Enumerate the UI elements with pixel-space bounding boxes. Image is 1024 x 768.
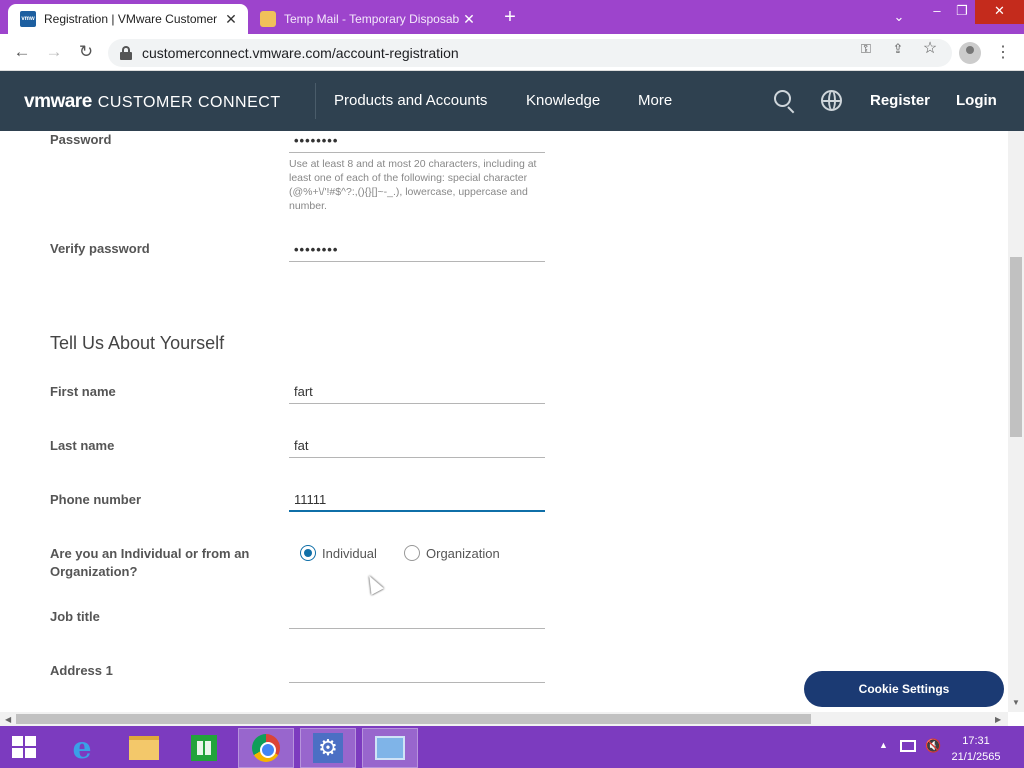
mail-favicon-icon <box>260 11 276 27</box>
phone-number-label: Phone number <box>50 492 142 507</box>
logo-vmware: vmware <box>24 91 92 112</box>
share-icon[interactable]: ⇪ <box>890 41 906 57</box>
tab-temp-mail[interactable]: Temp Mail - Temporary Disposab ✕ <box>250 4 486 34</box>
password-field[interactable]: •••••••• <box>289 131 545 153</box>
close-tab-icon[interactable]: ✕ <box>222 11 240 28</box>
new-tab-button[interactable]: + <box>498 6 522 30</box>
scroll-right-arrow-icon[interactable]: ▶ <box>995 715 1001 724</box>
clock-date: 21/1/2565 <box>951 751 1001 763</box>
job-title-label: Job title <box>50 609 100 624</box>
password-label: Password <box>50 132 112 147</box>
tab-title: Registration | VMware Customer <box>44 12 218 26</box>
phone-number-field[interactable]: 11111 <box>289 490 545 512</box>
nav-more[interactable]: More <box>638 92 672 109</box>
header-divider <box>315 83 316 119</box>
internet-explorer-icon[interactable]: e <box>54 728 110 768</box>
tab-registration[interactable]: vmw Registration | VMware Customer ✕ <box>8 4 248 34</box>
login-link[interactable]: Login <box>956 92 997 109</box>
back-arrow-icon[interactable]: ← <box>11 42 33 64</box>
windows-start-icon[interactable] <box>12 736 38 760</box>
network-icon[interactable] <box>900 740 916 752</box>
globe-icon[interactable] <box>821 90 842 111</box>
nav-knowledge[interactable]: Knowledge <box>526 92 600 109</box>
radio-individual-label[interactable]: Individual <box>322 546 377 561</box>
job-title-field[interactable] <box>289 607 545 629</box>
volume-muted-icon[interactable]: 🔇 <box>925 738 941 754</box>
key-icon[interactable]: ⚿ <box>858 41 874 57</box>
bookmark-star-icon[interactable]: ☆ <box>922 41 938 57</box>
reload-icon[interactable]: ↻ <box>75 42 97 64</box>
forward-arrow-icon[interactable]: → <box>43 42 65 64</box>
last-name-label: Last name <box>50 438 115 453</box>
lock-icon[interactable] <box>120 46 132 60</box>
cookie-settings-button[interactable]: Cookie Settings <box>804 671 1004 707</box>
radio-selected-icon[interactable] <box>300 545 316 561</box>
vertical-scroll-thumb[interactable] <box>1010 257 1022 437</box>
url-text[interactable]: customerconnect.vmware.com/account-regis… <box>142 45 459 61</box>
address-1-field[interactable] <box>289 661 545 683</box>
verify-password-field[interactable]: •••••••• <box>289 240 545 262</box>
windows-taskbar: e ⚙ <box>0 726 1024 768</box>
first-name-label: First name <box>50 384 116 399</box>
taskbar-clock[interactable]: 17:31 21/1/2565 <box>950 733 1002 765</box>
close-tab-icon[interactable]: ✕ <box>460 11 478 28</box>
restore-window-icon[interactable]: ❐ <box>945 0 979 24</box>
tab-search-chevron-icon[interactable]: ⌄ <box>882 6 916 30</box>
logo-product: CUSTOMER CONNECT <box>97 94 281 111</box>
section-title: Tell Us About Yourself <box>50 333 225 353</box>
scroll-left-arrow-icon[interactable]: ◀ <box>5 715 11 724</box>
verify-password-label: Verify password <box>50 241 150 256</box>
tab-title: Temp Mail - Temporary Disposab <box>284 12 460 26</box>
account-type-question: Are you an Individual or from an Organiz… <box>50 546 250 579</box>
scroll-down-arrow-icon[interactable]: ▼ <box>1012 698 1020 707</box>
password-hint: Use at least 8 and at most 20 characters… <box>289 158 537 212</box>
last-name-field[interactable]: fat <box>289 436 545 458</box>
nav-products-and-accounts[interactable]: Products and Accounts <box>334 92 487 109</box>
site-header: vmware CUSTOMER CONNECT Products and Acc… <box>0 71 1024 131</box>
radio-organization[interactable]: Organization <box>404 545 500 561</box>
radio-organization-label[interactable]: Organization <box>426 546 500 561</box>
file-explorer-icon[interactable] <box>116 728 172 768</box>
profile-avatar-icon[interactable] <box>959 42 981 64</box>
browser-toolbar: ← → ↻ customerconnect.vmware.com/account… <box>0 34 1024 71</box>
control-panel-icon[interactable] <box>362 728 418 768</box>
horizontal-scroll-thumb[interactable] <box>16 714 811 724</box>
tray-show-hidden-icon[interactable]: ▲ <box>879 740 888 750</box>
browser-tab-strip: vmw Registration | VMware Customer ✕ Tem… <box>0 0 1024 34</box>
first-name-field[interactable]: fart <box>289 382 545 404</box>
register-link[interactable]: Register <box>870 92 930 109</box>
address-bar[interactable]: customerconnect.vmware.com/account-regis… <box>108 39 952 67</box>
settings-gear-icon[interactable]: ⚙ <box>300 728 356 768</box>
vmware-favicon-icon: vmw <box>20 11 36 27</box>
chrome-icon[interactable] <box>238 728 294 768</box>
clock-time: 17:31 <box>962 735 990 747</box>
address-1-label: Address 1 <box>50 663 113 678</box>
browser-menu-icon[interactable]: ⋮ <box>995 42 1011 64</box>
radio-individual[interactable]: Individual <box>300 545 377 561</box>
close-window-icon[interactable]: ✕ <box>975 0 1024 24</box>
radio-unselected-icon[interactable] <box>404 545 420 561</box>
registration-form: Password •••••••• Use at least 8 and at … <box>0 131 1008 712</box>
vmware-customer-connect-logo[interactable]: vmware CUSTOMER CONNECT <box>24 91 281 113</box>
store-icon[interactable] <box>176 728 232 768</box>
search-icon[interactable] <box>774 90 796 114</box>
